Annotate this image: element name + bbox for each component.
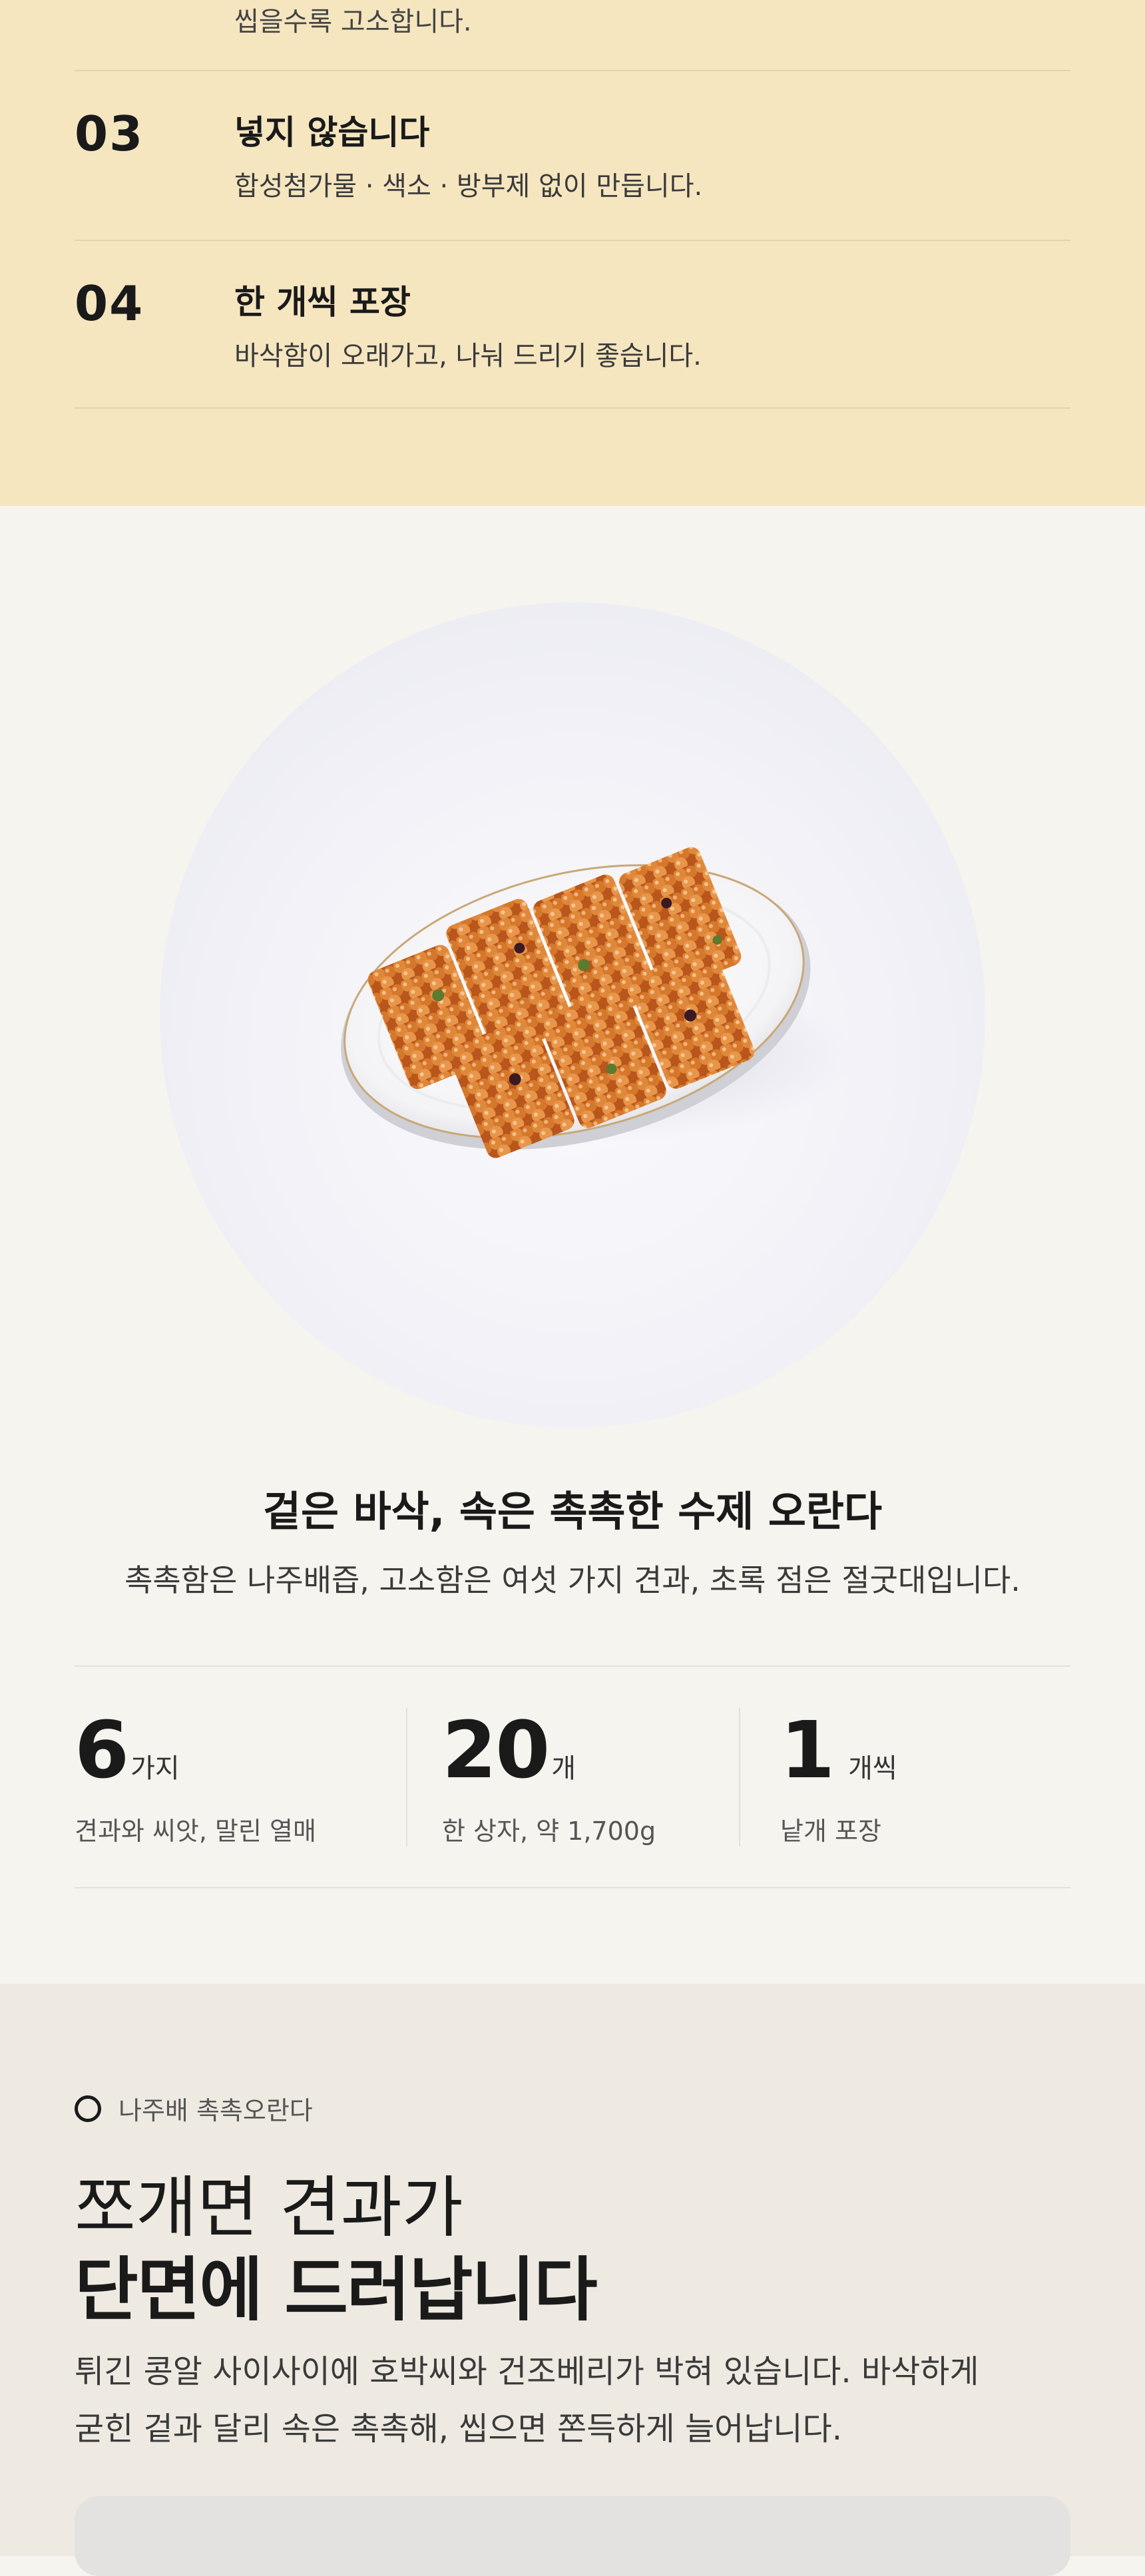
stat-value: 20 — [442, 1704, 550, 1796]
story-paragraph-line1: 튀긴 콩알 사이사이에 호박씨와 건조베리가 박혀 있습니다. 바삭하게 — [75, 2353, 979, 2390]
product-photo — [160, 602, 985, 1428]
stat-desc: 한 상자, 약 1,700g — [442, 1817, 656, 1846]
story-paragraph: 튀긴 콩알 사이사이에 호박씨와 건조베리가 박혀 있습니다. 바삭하게 굳힌 … — [75, 2343, 1073, 2458]
feature-number: 03 — [75, 106, 144, 162]
orangda-plate-illustration — [341, 847, 852, 1158]
circle-icon — [75, 2095, 101, 2122]
stat-value: 6 — [75, 1704, 129, 1796]
stat-packaging: 1 개씩 낱개 포장 — [739, 1708, 1070, 1846]
product-stats: 6 가지 견과와 씨앗, 말린 열매 20 개 한 상자, 약 1,700g 1… — [75, 1665, 1070, 1888]
story-image — [75, 2496, 1070, 2576]
feature-number: 04 — [75, 276, 144, 331]
feature-row-03: 03 넣지 않습니다 합성첨가물 · 색소 · 방부제 없이 만듭니다. — [75, 70, 1070, 239]
stat-unit: 개 — [551, 1753, 576, 1784]
stat-value: 1 — [780, 1704, 835, 1796]
feature-02-desc: 씹을수록 고소합니다. — [234, 7, 472, 37]
product-title: 겉은 바삭, 속은 촉촉한 수제 오란다 — [262, 1487, 883, 1536]
feature-desc: 합성첨가물 · 색소 · 방부제 없이 만듭니다. — [234, 171, 703, 202]
stat-unit: 개씩 — [848, 1753, 897, 1784]
story-section: 나주배 촉촉오란다 쪼개면 견과가 단면에 드러납니다 튀긴 콩알 사이사이에 … — [0, 1984, 1145, 2576]
eyebrow-label: 나주배 촉촉오란다 — [118, 2096, 313, 2125]
stat-desc: 낱개 포장 — [780, 1817, 881, 1846]
stat-desc: 견과와 씨앗, 말린 열매 — [75, 1817, 316, 1846]
stat-nuts: 6 가지 견과와 씨앗, 말린 열매 — [75, 1708, 406, 1846]
product-subtitle: 촉촉함은 나주배즙, 고소함은 여섯 가지 견과, 초록 점은 절굿대입니다. — [124, 1562, 1021, 1598]
stat-count: 20 개 한 상자, 약 1,700g — [406, 1708, 739, 1846]
feature-title: 넣지 않습니다 — [234, 113, 430, 152]
features-section: 씹을수록 고소합니다. 03 넣지 않습니다 합성첨가물 · 색소 · 방부제 … — [0, 0, 1145, 506]
story-heading-line2: 단면에 드러납니다 — [75, 2249, 598, 2330]
feature-desc: 바삭함이 오래가고, 나눠 드리기 좋습니다. — [234, 341, 702, 371]
feature-title: 한 개씩 포장 — [234, 283, 411, 322]
stat-unit: 가지 — [130, 1753, 180, 1784]
story-paragraph-line2: 굳힌 겉과 달리 속은 촉촉해, 씹으면 쫀득하게 늘어납니다. — [75, 2410, 843, 2448]
feature-row-04: 04 한 개씩 포장 바삭함이 오래가고, 나눠 드리기 좋습니다. — [75, 240, 1070, 409]
story-eyebrow: 나주배 촉촉오란다 — [75, 2090, 313, 2127]
product-section: 겉은 바삭, 속은 촉촉한 수제 오란다 촉촉함은 나주배즙, 고소함은 여섯 … — [0, 506, 1145, 1984]
